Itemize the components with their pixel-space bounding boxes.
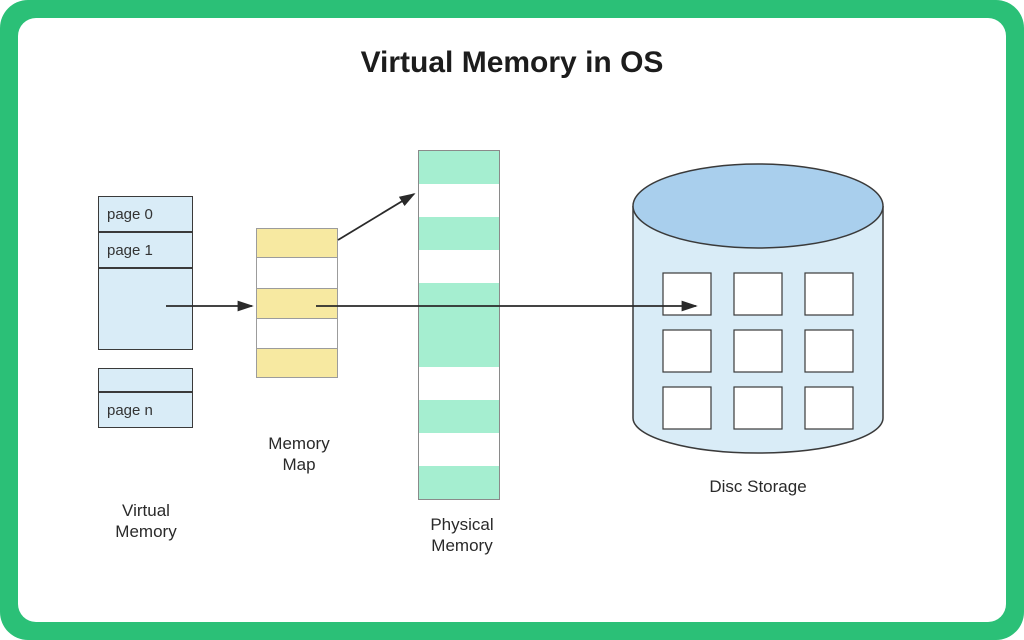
- mm-row-4: [256, 348, 338, 378]
- pm-row-1: [418, 184, 500, 217]
- mm-row-0: [256, 228, 338, 258]
- pm-row-9: [418, 433, 500, 466]
- diagram-title: Virtual Memory in OS: [18, 46, 1006, 80]
- vm-page-1: page 1: [98, 232, 193, 268]
- pm-row-4: [418, 283, 500, 316]
- outer-frame: Virtual Memory in OS page 0 page 1 page …: [0, 0, 1024, 640]
- virtual-memory-label: Virtual Memory: [96, 500, 196, 543]
- physical-memory-column: [418, 150, 500, 500]
- disc-storage-label: Disc Storage: [678, 476, 838, 497]
- arrow-mm-to-pm: [338, 194, 414, 240]
- pm-row-7: [418, 367, 500, 400]
- pm-row-3: [418, 250, 500, 283]
- memory-map-column: [256, 228, 338, 378]
- vm-page-blank: [98, 268, 193, 350]
- pm-row-6: [418, 334, 500, 367]
- mm-row-1: [256, 258, 338, 288]
- mm-row-3: [256, 318, 338, 348]
- pm-row-0: [418, 151, 500, 184]
- physical-memory-label: Physical Memory: [412, 514, 512, 557]
- disc-storage-shape: [618, 158, 898, 458]
- vm-page-0: page 0: [98, 196, 193, 232]
- vm-page-blank2: [98, 368, 193, 392]
- diagram-canvas: Virtual Memory in OS page 0 page 1 page …: [18, 18, 1006, 622]
- vm-gap: [98, 350, 193, 368]
- memory-map-label: Memory Map: [254, 433, 344, 476]
- vm-page-n: page n: [98, 392, 193, 428]
- pm-row-10: [418, 466, 500, 499]
- mm-row-2: [256, 288, 338, 318]
- pm-row-8: [418, 400, 500, 433]
- pm-row-5: [418, 316, 500, 334]
- virtual-memory-column: page 0 page 1 page n: [98, 196, 193, 428]
- pm-row-2: [418, 217, 500, 250]
